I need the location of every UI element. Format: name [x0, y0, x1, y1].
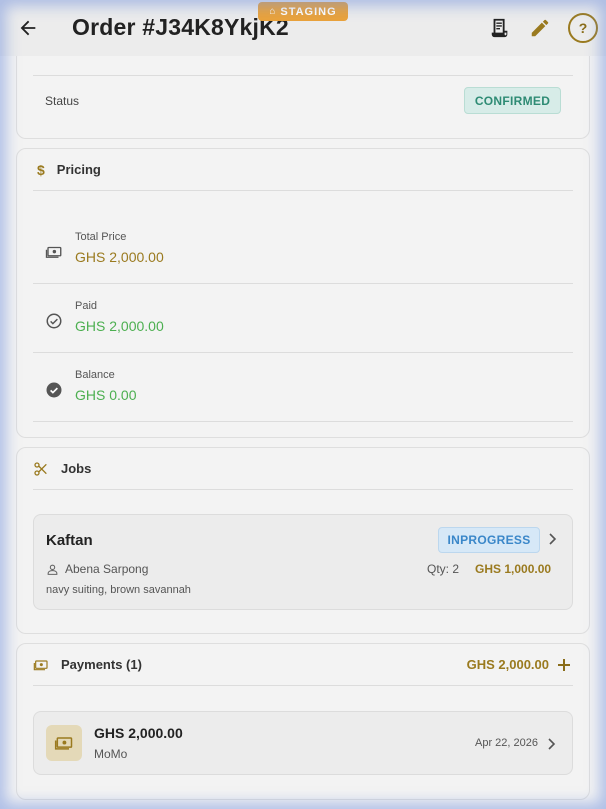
job-price: GHS 1,000.00 — [475, 562, 552, 576]
job-qty: Qty: 2 — [427, 562, 460, 576]
total-price-row: Total Price GHS 2,000.00 — [33, 215, 573, 283]
assignee: Abena Sarpong — [46, 562, 148, 576]
paid-label: Paid — [75, 300, 98, 312]
job-name: Kaftan — [46, 532, 93, 549]
job-status-badge: INPROGRESS — [438, 527, 540, 553]
payments-title: Payments (1) — [61, 657, 142, 672]
page-title: Order #J34K8YkjK2 — [72, 14, 289, 40]
payments-header: Payments (1) GHS 2,000.00 — [33, 644, 573, 686]
bank-icon: ⌂ — [269, 6, 277, 17]
check-circle-filled-icon — [45, 381, 63, 399]
cash-icon — [45, 243, 63, 261]
payment-method: MoMo — [94, 747, 128, 761]
paid-value: GHS 2,000.00 — [75, 318, 164, 334]
balance-row: Balance GHS 0.00 — [33, 353, 573, 421]
payments-total: GHS 2,000.00 — [466, 657, 549, 672]
check-circle-outline-icon — [45, 312, 63, 330]
payments-card: Payments (1) GHS 2,000.00 GHS 2,000.00 M… — [16, 643, 590, 800]
help-button[interactable]: ? — [568, 13, 598, 43]
add-payment-plus-icon[interactable] — [556, 657, 572, 673]
assignee-name: Abena Sarpong — [65, 562, 149, 576]
pricing-title: Pricing — [56, 162, 101, 177]
edit-pencil-icon[interactable] — [526, 14, 554, 42]
job-materials: navy suiting, brown savannah — [46, 584, 191, 596]
receipt-icon[interactable] — [486, 14, 514, 42]
payment-date: Apr 22, 2026 — [475, 737, 538, 749]
staging-badge: ⌂ STAGING — [258, 2, 348, 21]
person-icon — [47, 564, 58, 575]
payment-item[interactable]: GHS 2,000.00 MoMo Apr 22, 2026 — [33, 711, 573, 775]
job-item[interactable]: Kaftan INPROGRESS Abena Sarpong Qty: 2 G… — [33, 514, 573, 610]
paid-row: Paid GHS 2,000.00 — [33, 284, 573, 352]
balance-value: GHS 0.00 — [75, 387, 137, 403]
divider — [33, 421, 573, 422]
payment-amount: GHS 2,000.00 — [94, 725, 183, 741]
back-arrow-icon[interactable] — [14, 14, 42, 42]
divider — [33, 75, 573, 76]
total-price-label: Total Price — [75, 231, 127, 243]
pricing-card: $ Pricing Total Price GHS 2,000.00 Paid … — [16, 148, 590, 438]
pricing-header: $ Pricing — [33, 149, 573, 191]
jobs-header: Jobs — [33, 448, 573, 490]
cash-icon — [33, 657, 49, 673]
balance-label: Balance — [75, 369, 115, 381]
jobs-title: Jobs — [61, 461, 92, 476]
cash-icon — [46, 725, 82, 761]
status-badge: CONFIRMED — [464, 87, 561, 114]
scissors-icon — [33, 461, 49, 477]
chevron-right-icon — [547, 531, 559, 552]
total-price-value: GHS 2,000.00 — [75, 249, 164, 265]
status-label: Status — [45, 94, 80, 108]
chevron-right-icon — [546, 736, 558, 757]
dollar-icon: $ — [37, 161, 45, 178]
jobs-card: Jobs Kaftan INPROGRESS Abena Sarpong Qty… — [16, 447, 590, 634]
